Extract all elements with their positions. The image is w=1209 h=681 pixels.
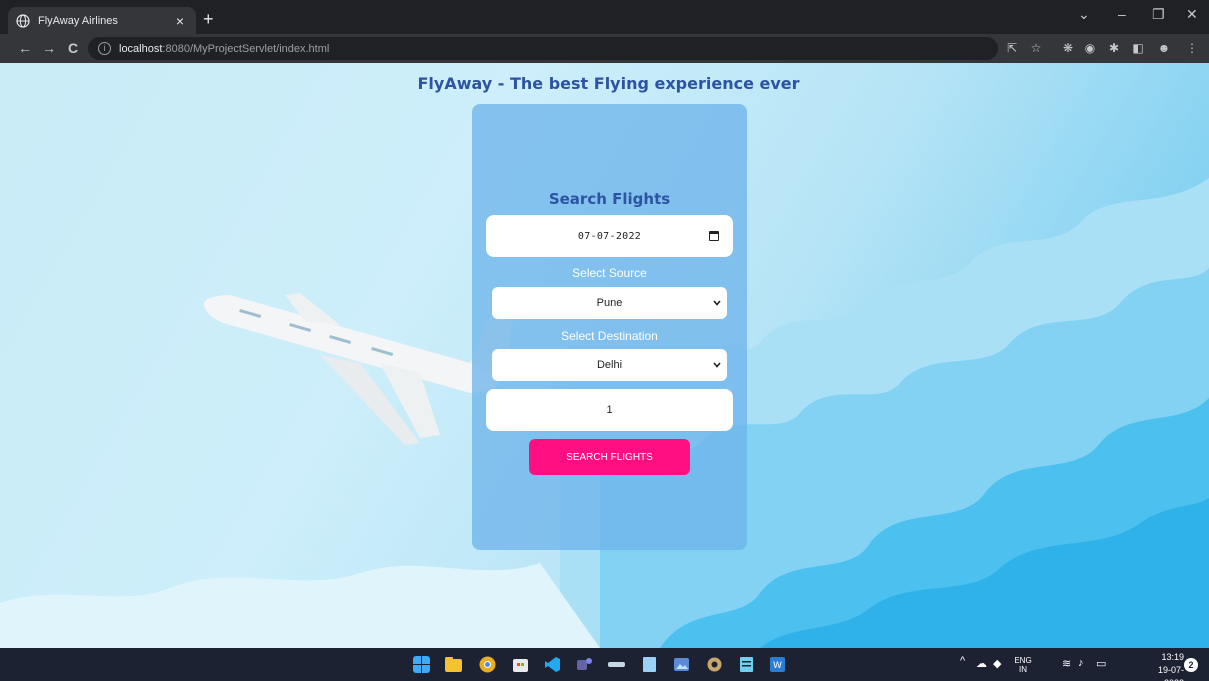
wifi-icon[interactable]: ≋ [1062,657,1071,670]
vscode-icon[interactable] [544,656,561,673]
browser-tab[interactable]: FlyAway Airlines × [8,7,196,34]
back-icon[interactable]: ← [16,40,34,56]
security-icon[interactable]: ◆ [993,657,1001,670]
battery-icon[interactable]: ▭ [1096,657,1106,670]
extension-icon[interactable]: ❋ [1060,41,1076,55]
language-code: ENG [1014,656,1032,665]
airplane-illustration [203,293,515,445]
url-field[interactable]: i localhost:8080/MyProjectServlet/index.… [88,37,998,60]
bookmark-star-icon[interactable]: ☆ [1028,41,1044,55]
chevron-down-icon [713,300,721,306]
restore-icon[interactable]: ❐ [1152,6,1165,23]
address-bar: ← → C i localhost:8080/MyProjectServlet/… [0,34,1209,63]
taskbar-clock[interactable]: 13:19 19-07-2022 [1140,651,1184,681]
search-flights-card: Search Flights 07-07-2022 Select Source … [472,104,747,550]
passengers-value: 1 [606,404,613,416]
profile-avatar-icon[interactable]: ☻ [1156,41,1172,55]
language-indicator[interactable]: ENG IN [1013,656,1033,674]
teams-icon[interactable] [576,656,593,673]
new-tab-icon[interactable]: + [203,9,214,29]
travel-date-value: 07-07-2022 [577,230,642,242]
form-title: Search Flights [548,190,671,208]
svg-text:W: W [773,661,782,671]
windows-start-icon[interactable] [413,656,430,673]
extension-record-icon[interactable]: ◉ [1082,41,1098,55]
clock-time: 13:19 [1161,652,1184,662]
globe-icon [16,13,30,28]
source-label: Select Source [572,266,647,280]
chrome-icon[interactable] [479,656,496,673]
tab-title: FlyAway Airlines [38,14,118,27]
destination-select[interactable]: Delhi [492,349,727,381]
word-icon[interactable]: W [769,656,786,673]
share-icon[interactable]: ⇱ [1004,41,1020,55]
minimize-icon[interactable]: – [1118,6,1126,22]
reload-icon[interactable]: C [64,40,82,56]
tab-strip: FlyAway Airlines × + ⌄ – ❐ ✕ [0,0,1209,34]
menu-kebab-icon[interactable]: ⋮ [1184,41,1200,55]
destination-value: Delhi [596,359,623,371]
tab-close-icon[interactable]: × [172,13,188,29]
notes-icon[interactable] [738,656,755,673]
file-explorer-icon[interactable] [445,656,462,673]
taskbar: W ^ ☁ ◆ ENG IN ≋ ♪ ▭ 13:19 19-07-2022 2 [0,648,1209,681]
volume-icon[interactable]: ♪ [1078,657,1084,669]
page-viewport: FlyAway - The best Flying experience eve… [0,63,1209,648]
store-icon[interactable] [512,656,529,673]
notification-badge[interactable]: 2 [1184,658,1198,672]
onedrive-icon[interactable]: ☁ [976,657,987,670]
show-hidden-icons[interactable]: ^ [960,655,965,667]
passengers-input[interactable]: 1 [486,389,733,431]
source-select[interactable]: Pune [492,287,727,319]
info-icon[interactable]: i [98,42,111,55]
url-path: :8080/MyProjectServlet/index.html [162,42,330,55]
travel-date-input[interactable]: 07-07-2022 [486,215,733,257]
close-window-icon[interactable]: ✕ [1186,6,1198,23]
search-flights-button[interactable]: SEARCH FLIGHTS [529,439,690,475]
destination-label: Select Destination [561,329,658,343]
source-value: Pune [596,297,623,309]
calendar-icon[interactable] [709,231,719,241]
photos-icon[interactable] [673,656,690,673]
extensions-puzzle-icon[interactable]: ✱ [1106,41,1122,55]
edge-icon[interactable] [608,656,625,673]
url-host: localhost [119,42,163,55]
side-panel-icon[interactable]: ◧ [1130,41,1146,55]
notepad-icon[interactable] [641,656,658,673]
page-title: FlyAway - The best Flying experience eve… [417,74,800,93]
language-region: IN [1019,665,1027,674]
settings-gear-icon[interactable] [706,656,723,673]
forward-icon[interactable]: → [40,40,58,56]
chevron-down-icon [713,362,721,368]
clock-date: 19-07-2022 [1157,665,1184,681]
tab-search-icon[interactable]: ⌄ [1078,6,1090,23]
